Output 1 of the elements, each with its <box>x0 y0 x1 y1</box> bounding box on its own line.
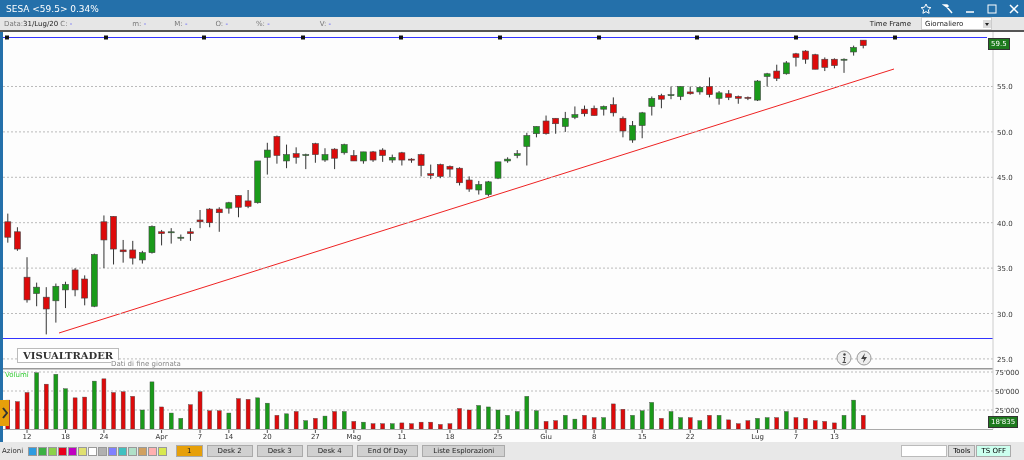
window-title: SESA <59.5> 0.34% <box>6 3 100 14</box>
